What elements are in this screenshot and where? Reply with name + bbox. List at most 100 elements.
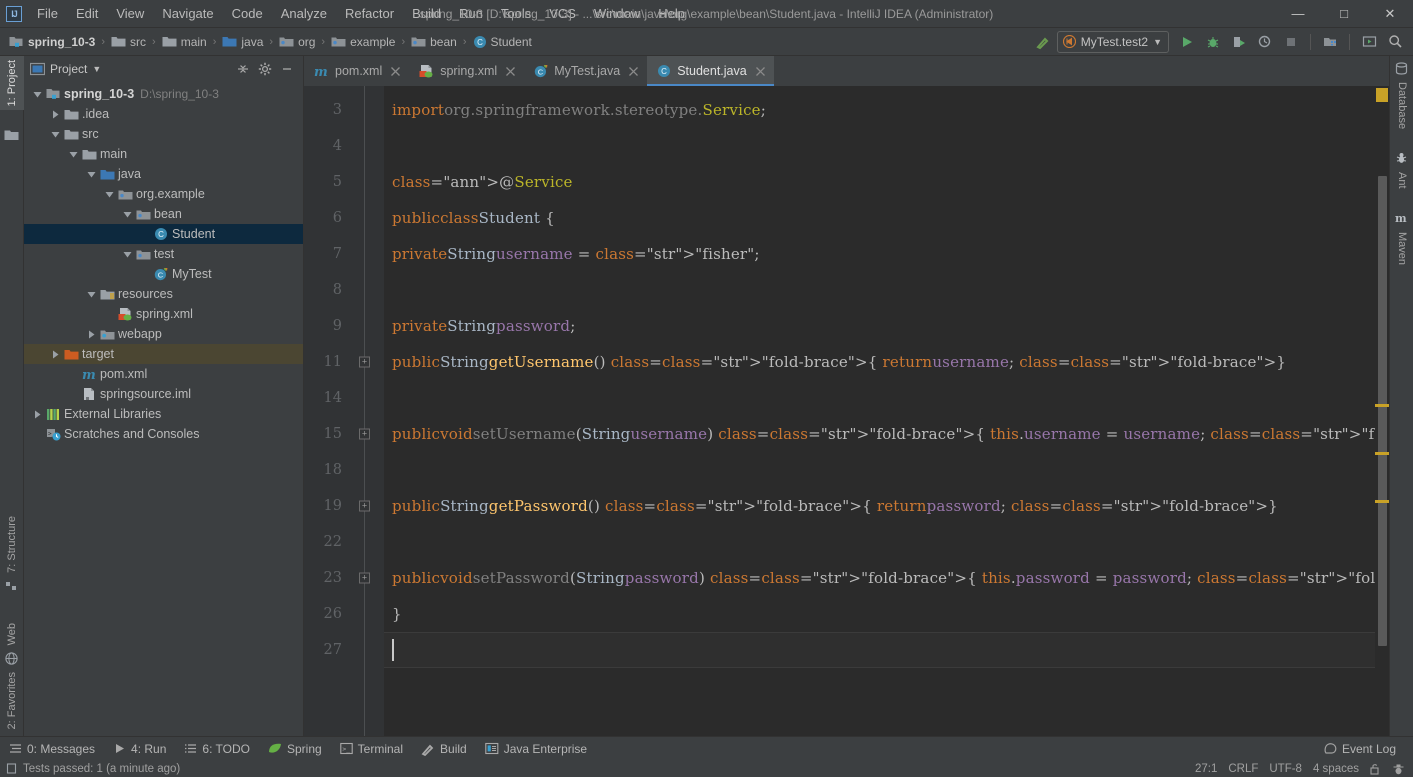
event-log-button[interactable]: Event Log — [1315, 740, 1405, 758]
bottom-tool-4-run[interactable]: 4: Run — [104, 740, 175, 758]
tree-node-spring-xml[interactable]: spring.xml — [24, 304, 303, 324]
tree-node-target[interactable]: target — [24, 344, 303, 364]
chevron-right-icon[interactable] — [48, 350, 62, 359]
hammer-icon[interactable] — [1031, 31, 1055, 53]
sidebar-item-project[interactable]: 1: Project — [0, 56, 24, 111]
code-line[interactable]: class ="ann">@ Service — [384, 164, 1375, 200]
gutter-line[interactable]: 19 + — [304, 488, 384, 524]
collapse-all-icon[interactable] — [233, 59, 253, 79]
close-icon[interactable] — [755, 66, 766, 77]
minimize-icon[interactable] — [277, 59, 297, 79]
menu-item-help[interactable]: Help — [649, 2, 694, 25]
gutter-line[interactable]: 14 — [304, 380, 384, 416]
tree-node-scratches-and-consoles[interactable]: >_ Scratches and Consoles — [24, 424, 303, 444]
code-line[interactable]: } — [384, 596, 1375, 632]
tree-node--idea[interactable]: .idea — [24, 104, 303, 124]
code-line[interactable]: public String getUsername() class = class =… — [384, 344, 1375, 380]
caret-position[interactable]: 27:1 — [1195, 763, 1217, 775]
breadcrumb-item-bean[interactable]: bean — [409, 33, 459, 51]
editor-tab-pom-xml[interactable]: m pom.xml — [304, 56, 409, 86]
code-line[interactable]: public String getPassword() class = class =… — [384, 488, 1375, 524]
editor-tab-spring-xml[interactable]: spring.xml — [409, 56, 524, 86]
line-separator[interactable]: CRLF — [1228, 763, 1258, 775]
code-line[interactable]: private String password; — [384, 308, 1375, 344]
menu-item-run[interactable]: Run — [450, 2, 492, 25]
debug-icon[interactable] — [1201, 31, 1225, 53]
menu-item-edit[interactable]: Edit — [67, 2, 107, 25]
code-line[interactable] — [384, 524, 1375, 560]
bottom-tool-0-messages[interactable]: 0: Messages — [0, 740, 104, 758]
breadcrumb-item-example[interactable]: example — [329, 33, 397, 51]
tree-node-springsource-iml[interactable]: springsource.iml — [24, 384, 303, 404]
code-line[interactable]: public class Student { — [384, 200, 1375, 236]
chevron-down-icon[interactable] — [48, 130, 62, 139]
warning-marker[interactable] — [1375, 452, 1389, 455]
chevron-down-icon[interactable] — [84, 170, 98, 179]
menu-item-navigate[interactable]: Navigate — [153, 2, 222, 25]
chevron-down-icon[interactable] — [120, 250, 134, 259]
breadcrumb-item-org[interactable]: org — [277, 33, 317, 51]
editor-tab-mytest-java[interactable]: C MyTest.java — [524, 56, 647, 86]
chevron-down-icon[interactable] — [120, 210, 134, 219]
expand-fold-icon[interactable]: + — [359, 500, 370, 512]
sidebar-item-ant[interactable]: Ant — [1390, 168, 1413, 193]
gutter-line[interactable]: 27 — [304, 632, 384, 668]
code-line[interactable]: public void setPassword(String password)… — [384, 560, 1375, 596]
close-button[interactable]: ✕ — [1367, 0, 1413, 27]
menu-item-view[interactable]: View — [107, 2, 153, 25]
run-icon[interactable] — [1175, 31, 1199, 53]
terminal-window-icon[interactable] — [1357, 31, 1381, 53]
code-line[interactable] — [384, 380, 1375, 416]
hector-icon[interactable] — [1392, 763, 1405, 775]
gutter-line[interactable]: 26 — [304, 596, 384, 632]
menu-item-build[interactable]: Build — [403, 2, 450, 25]
gutter-line[interactable]: 4 — [304, 128, 384, 164]
indent-setting[interactable]: 4 spaces — [1313, 763, 1359, 775]
gear-icon[interactable] — [255, 59, 275, 79]
close-icon[interactable] — [505, 66, 516, 77]
menu-item-window[interactable]: Window — [585, 2, 649, 25]
warning-marker[interactable] — [1375, 404, 1389, 407]
tree-node-resources[interactable]: resources — [24, 284, 303, 304]
chevron-down-icon[interactable]: ▼ — [92, 64, 101, 74]
inspection-summary-marker[interactable] — [1376, 88, 1388, 102]
run-with-coverage-icon[interactable] — [1227, 31, 1251, 53]
encoding[interactable]: UTF-8 — [1269, 763, 1302, 775]
gutter-line[interactable]: 6 — [304, 200, 384, 236]
maximize-button[interactable]: □ — [1321, 0, 1367, 27]
chevron-down-icon[interactable] — [30, 90, 44, 99]
breadcrumb-item-spring-10-3[interactable]: spring_10-3 — [7, 33, 97, 51]
bottom-tool-terminal[interactable]: >_ Terminal — [331, 740, 412, 758]
editor-tab-student-java[interactable]: C Student.java — [647, 56, 774, 86]
editor-marker-bar[interactable] — [1375, 86, 1389, 745]
tree-node-main[interactable]: main — [24, 144, 303, 164]
code-line[interactable] — [384, 452, 1375, 488]
code-line[interactable] — [384, 272, 1375, 308]
bottom-tool-spring[interactable]: Spring — [259, 740, 331, 758]
gutter-line[interactable]: 18 — [304, 452, 384, 488]
chevron-down-icon[interactable] — [66, 150, 80, 159]
sidebar-item-database[interactable]: Database — [1390, 78, 1413, 133]
sidebar-item-favorites[interactable]: 2: Favorites — [0, 668, 24, 733]
bottom-tool-6-todo[interactable]: 6: TODO — [175, 740, 259, 758]
project-structure-icon[interactable] — [1318, 31, 1342, 53]
breadcrumb-item-student[interactable]: C Student — [471, 33, 534, 51]
menu-item-vcs[interactable]: VCS — [540, 2, 585, 25]
close-icon[interactable] — [390, 66, 401, 77]
gutter-line[interactable]: 7 — [304, 236, 384, 272]
close-icon[interactable] — [628, 66, 639, 77]
tree-node-pom-xml[interactable]: m pom.xml — [24, 364, 303, 384]
menu-item-analyze[interactable]: Analyze — [272, 2, 336, 25]
editor-scrollbar-thumb[interactable] — [1378, 176, 1387, 646]
tree-node-test[interactable]: test — [24, 244, 303, 264]
warning-marker[interactable] — [1375, 500, 1389, 503]
sidebar-item-web[interactable]: Web — [0, 619, 24, 649]
tree-node-webapp[interactable]: webapp — [24, 324, 303, 344]
bottom-tool-build[interactable]: Build — [412, 740, 476, 758]
sidebar-item-maven[interactable]: Maven — [1390, 228, 1413, 269]
menu-item-code[interactable]: Code — [223, 2, 272, 25]
chevron-right-icon[interactable] — [84, 330, 98, 339]
chevron-down-icon[interactable] — [102, 190, 116, 199]
menu-item-tools[interactable]: Tools — [492, 2, 540, 25]
code-editor[interactable]: 3 4 5 6 7 8 9 11 +14 15 +18 19 +22 23 +26 27 import org… — [304, 86, 1389, 745]
